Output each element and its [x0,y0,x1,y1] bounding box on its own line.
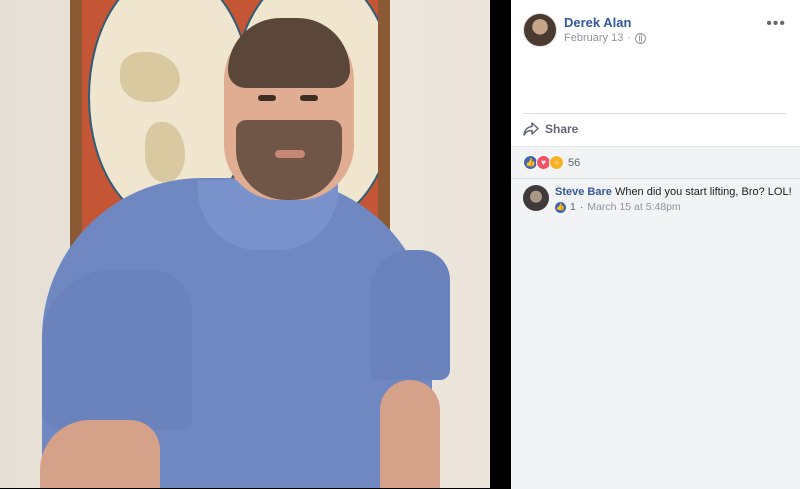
divider [523,113,786,114]
photo-border [490,0,511,488]
map-landmass [145,122,185,182]
post-date-row: February 13 · [564,32,646,44]
reaction-summary[interactable]: 👍 ♥ ○ 56 [523,155,580,170]
reaction-count[interactable]: 56 [568,157,580,169]
arm-right [380,380,440,488]
eye-left [258,95,276,101]
shirt-sleeve-right [370,250,450,380]
post-side-panel: Derek Alan February 13 · ••• Share 👍 ♥ ○… [511,0,800,489]
meta-separator: · [579,201,584,213]
reactions-and-comments: 👍 ♥ ○ 56 Steve Bare When did you start l… [511,146,800,489]
eye-right [300,95,318,101]
wow-icon: ○ [549,155,564,170]
arm-left [40,420,160,488]
author-name[interactable]: Derek Alan [564,15,631,30]
comment-text: When did you start lifting, Bro? LOL! [614,186,792,198]
share-button[interactable]: Share [523,118,578,140]
mouth [275,150,305,158]
commenter-name[interactable]: Steve Bare [555,186,612,198]
comment-like-count[interactable]: 1 [570,201,576,213]
shirt-sleeve-left [42,270,192,430]
share-arrow-icon [523,122,539,136]
divider [511,178,800,179]
post-photo[interactable] [0,0,490,488]
share-label: Share [545,122,579,136]
like-icon: 👍 [555,201,566,213]
author-avatar[interactable] [523,13,557,47]
post-header: Derek Alan February 13 · ••• [511,0,800,60]
comment-meta: 👍 1 · March 15 at 5:48pm [555,201,681,213]
comment-body: Steve Bare When did you start lifting, B… [555,185,795,199]
comment-timestamp[interactable]: March 15 at 5:48pm [587,201,680,213]
date-separator: · [627,32,631,44]
more-options-icon[interactable]: ••• [766,16,786,32]
globe-icon[interactable] [634,32,646,44]
map-landmass [120,52,180,102]
commenter-avatar[interactable] [523,185,549,211]
post-date[interactable]: February 13 [564,32,623,44]
